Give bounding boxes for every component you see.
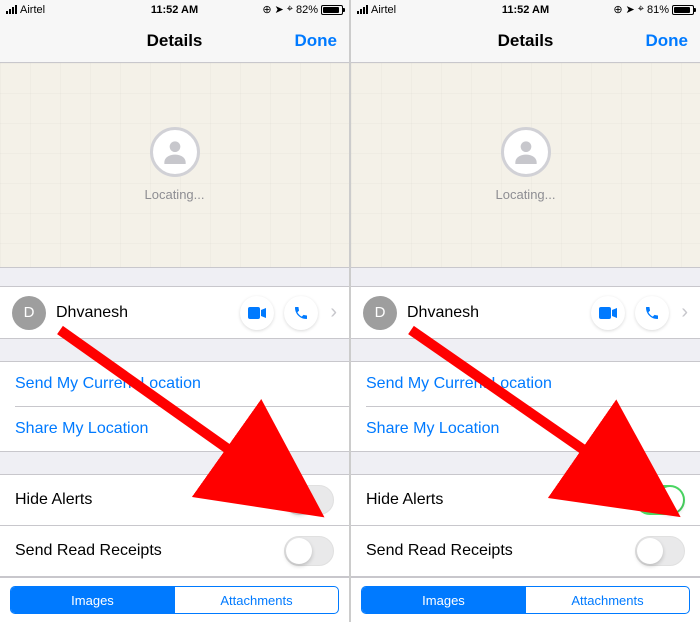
hide-alerts-row: Hide Alerts [0,475,349,525]
video-call-button[interactable] [591,296,625,330]
map-area[interactable]: Locating... [0,63,349,268]
read-receipts-row: Send Read Receipts [0,525,349,576]
chevron-right-icon: › [681,301,688,324]
phone-icon [293,305,309,321]
status-time: 11:52 AM [502,4,549,16]
location-arrow-icon: ➤ [626,3,635,16]
location-arrow-icon: ➤ [275,3,284,16]
contact-name: Dhvanesh [407,304,581,322]
contact-avatar-small: D [363,296,397,330]
toggle-section: Hide Alerts Send Read Receipts [0,474,349,577]
compass-icon: ⊕ [613,3,622,16]
send-location-button[interactable]: Send My Current Location [351,362,700,406]
read-receipts-toggle[interactable] [635,536,685,566]
contact-avatar-small: D [12,296,46,330]
status-time: 11:52 AM [151,4,198,16]
carrier-text: Airtel [20,4,45,16]
nav-bar: Details Done [351,20,700,63]
map-area[interactable]: Locating... [351,63,700,268]
tab-bar-wrap: Images Attachments [0,577,349,622]
hide-alerts-toggle[interactable] [635,485,685,515]
page-title: Details [498,31,554,51]
contact-row[interactable]: D Dhvanesh › [0,286,349,339]
tab-images[interactable]: Images [362,587,525,613]
read-receipts-label: Send Read Receipts [366,542,513,560]
video-call-button[interactable] [240,296,274,330]
bluetooth-icon: ⌖ [638,3,644,16]
signal-icon [357,5,368,14]
tab-segmented: Images Attachments [361,586,690,614]
battery-icon [672,5,694,15]
battery-percent: 82% [296,4,318,16]
tab-attachments[interactable]: Attachments [174,587,338,613]
tab-images[interactable]: Images [11,587,174,613]
screen-left: Airtel 11:52 AM ⊕ ➤ ⌖ 82% Details Done L… [0,0,349,622]
carrier-text: Airtel [371,4,396,16]
signal-icon [6,5,17,14]
done-button[interactable]: Done [295,31,338,51]
video-icon [248,307,266,319]
chevron-right-icon: › [330,301,337,324]
audio-call-button[interactable] [635,296,669,330]
read-receipts-label: Send Read Receipts [15,542,162,560]
location-links-section: Send My Current Location Share My Locati… [0,361,349,452]
contact-row[interactable]: D Dhvanesh › [351,286,700,339]
screen-right: Airtel 11:52 AM ⊕ ➤ ⌖ 81% Details Done L… [351,0,700,622]
person-icon [510,136,542,168]
locating-text: Locating... [145,187,205,202]
send-location-button[interactable]: Send My Current Location [0,362,349,406]
location-links-section: Send My Current Location Share My Locati… [351,361,700,452]
share-location-button[interactable]: Share My Location [15,406,349,451]
tab-bar-wrap: Images Attachments [351,577,700,622]
toggle-section: Hide Alerts Send Read Receipts [351,474,700,577]
contact-avatar-large [501,127,551,177]
contact-avatar-large [150,127,200,177]
hide-alerts-label: Hide Alerts [366,491,443,509]
contact-name: Dhvanesh [56,304,230,322]
status-bar: Airtel 11:52 AM ⊕ ➤ ⌖ 82% [0,0,349,20]
share-location-button[interactable]: Share My Location [366,406,700,451]
phone-icon [644,305,660,321]
hide-alerts-label: Hide Alerts [15,491,92,509]
tab-attachments[interactable]: Attachments [525,587,689,613]
battery-percent: 81% [647,4,669,16]
person-icon [159,136,191,168]
page-title: Details [147,31,203,51]
nav-bar: Details Done [0,20,349,63]
video-icon [599,307,617,319]
tab-segmented: Images Attachments [10,586,339,614]
compass-icon: ⊕ [262,3,271,16]
locating-text: Locating... [496,187,556,202]
read-receipts-row: Send Read Receipts [351,525,700,576]
read-receipts-toggle[interactable] [284,536,334,566]
done-button[interactable]: Done [646,31,689,51]
battery-icon [321,5,343,15]
hide-alerts-row: Hide Alerts [351,475,700,525]
status-bar: Airtel 11:52 AM ⊕ ➤ ⌖ 81% [351,0,700,20]
audio-call-button[interactable] [284,296,318,330]
bluetooth-icon: ⌖ [287,3,293,16]
hide-alerts-toggle[interactable] [284,485,334,515]
